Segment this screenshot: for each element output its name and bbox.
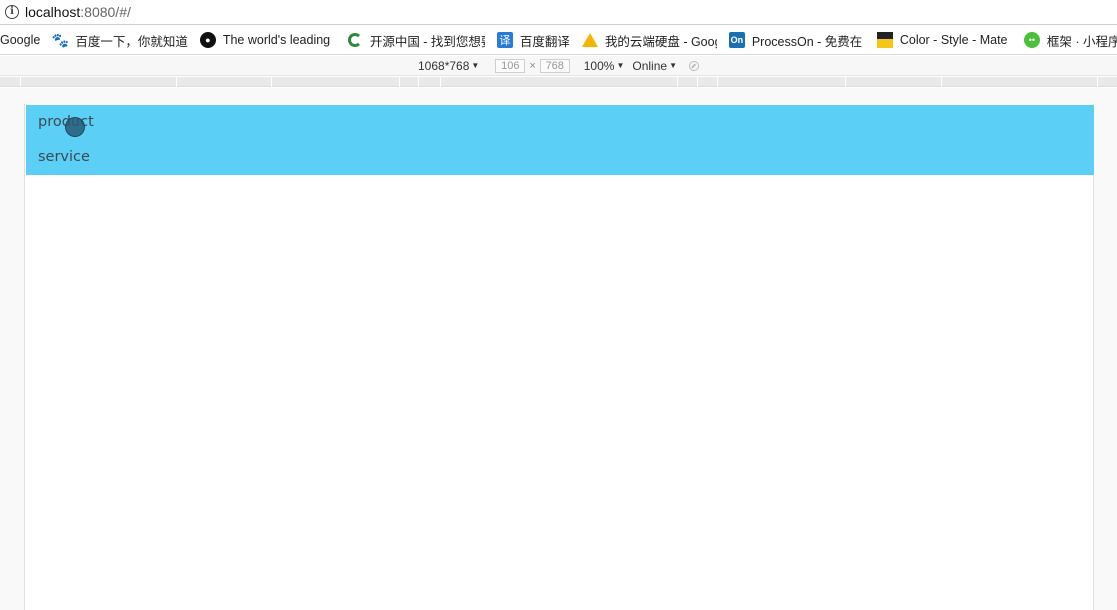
bookmark-label: Color - Style - Mate	[899, 33, 1008, 47]
ruler-tick	[440, 77, 441, 87]
bookmark-label: 框架 · 小程序	[1046, 34, 1117, 49]
ruler-tick	[941, 77, 942, 87]
chevron-down-icon[interactable]: ▼	[471, 61, 479, 70]
baidu-paw-icon: 🐾	[51, 31, 70, 48]
touch-cursor-icon	[65, 117, 85, 137]
url-path: :8080/#/	[80, 4, 131, 20]
bookmarks-bar: Google 🐾 百度一下，你就知道 ● The world's leading…	[0, 26, 1117, 55]
bookmark-label: The world's leading	[222, 33, 331, 47]
menu-item-service[interactable]: service	[38, 149, 90, 165]
ruler-tick	[1097, 77, 1098, 87]
ruler-tick	[20, 77, 21, 87]
info-icon[interactable]: i	[5, 5, 19, 19]
bookmark-oschina[interactable]: 开源中国 - 找到您想要	[347, 26, 485, 54]
wechat-icon: ••	[1023, 32, 1040, 48]
bookmark-baidu[interactable]: 🐾 百度一下，你就知道	[52, 26, 188, 54]
viewport-height-input[interactable]: 768	[539, 58, 570, 73]
bookmark-processon[interactable]: On ProcessOn - 免费在	[728, 26, 865, 54]
bookmark-label: Google	[0, 33, 41, 47]
bookmark-baidu-translate[interactable]: 译 百度翻译	[496, 26, 570, 54]
github-icon: ●	[199, 32, 216, 48]
address-bar[interactable]: i localhost:8080/#/	[0, 0, 1117, 25]
chevron-down-icon[interactable]: ▼	[669, 61, 677, 70]
media-query-ruler[interactable]	[0, 77, 1117, 87]
ruler-tick	[845, 77, 846, 87]
oschina-icon	[347, 32, 363, 48]
url-host: localhost	[25, 4, 81, 20]
bookmark-label: 开源中国 - 找到您想要	[369, 34, 485, 49]
bookmark-google[interactable]: Google	[0, 26, 40, 54]
ruler-tick	[697, 77, 698, 87]
nav-menu: product service	[26, 105, 1094, 175]
ruler-tick	[176, 77, 177, 87]
material-icon	[876, 32, 893, 48]
bookmark-material-color[interactable]: Color - Style - Mate	[876, 26, 1012, 54]
ruler-tick	[271, 77, 272, 87]
emulated-viewport: product service	[24, 104, 1094, 610]
ruler-tick	[717, 77, 718, 87]
url-text[interactable]: localhost:8080/#/	[25, 4, 131, 20]
rotate-icon[interactable]	[688, 60, 699, 71]
bookmark-google-drive[interactable]: 我的云端硬盘 - Goog	[581, 26, 717, 54]
ruler-tick	[677, 77, 678, 87]
bookmark-label: 百度翻译	[519, 34, 570, 49]
bookmark-label: 百度一下，你就知道	[75, 34, 188, 49]
bookmark-label: 我的云端硬盘 - Goog	[604, 34, 717, 49]
google-drive-icon	[581, 32, 598, 48]
dimension-separator: ×	[529, 59, 536, 72]
chevron-down-icon[interactable]: ▼	[616, 61, 624, 70]
network-throttle-select[interactable]: Online	[632, 59, 667, 73]
bookmark-github[interactable]: ● The world's leading	[199, 26, 335, 54]
bookmark-wechat-miniprogram[interactable]: •• 框架 · 小程序	[1023, 26, 1117, 54]
device-stage: product service	[0, 88, 1117, 610]
device-preset-select[interactable]: 1068*768	[418, 59, 469, 73]
processon-icon: On	[728, 32, 745, 48]
ruler-tick	[418, 77, 419, 87]
viewport-width-input[interactable]: 106	[495, 58, 526, 73]
ruler-tick	[399, 77, 400, 87]
zoom-select[interactable]: 100%	[584, 59, 615, 73]
translate-icon: 译	[496, 32, 513, 48]
device-toolbar: 1068*768 ▼ 106 × 768 100% ▼ Online ▼	[0, 56, 1117, 76]
bookmark-label: ProcessOn - 免费在	[751, 34, 863, 49]
